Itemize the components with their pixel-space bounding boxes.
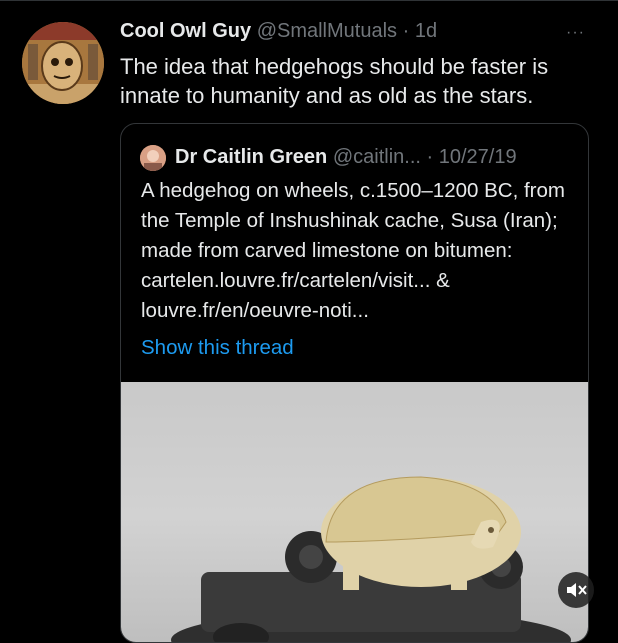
quoted-tweet-text: A hedgehog on wheels, c.1500–1200 BC, fr…: [141, 179, 565, 322]
quoted-tweet-date[interactable]: 10/27/19: [439, 146, 517, 168]
separator: ·: [426, 146, 434, 168]
avatar-icon: [140, 145, 166, 171]
volume-muted-icon: [567, 583, 587, 597]
avatar-icon: [22, 22, 104, 104]
quoted-author-avatar[interactable]: [140, 145, 166, 171]
tweet-text: The idea that hedgehogs should be faster…: [120, 54, 549, 108]
more-options-icon[interactable]: ···: [566, 24, 585, 42]
top-divider: [0, 0, 618, 1]
tweet-time[interactable]: 1d: [415, 20, 437, 42]
media-image[interactable]: [121, 382, 588, 642]
quoted-tweet[interactable]: Dr Caitlin Green @caitlin... · 10/27/19 …: [120, 123, 589, 643]
quoted-author-handle[interactable]: @caitlin...: [333, 146, 421, 168]
quoted-author-name[interactable]: Dr Caitlin Green: [175, 146, 327, 168]
author-avatar[interactable]: [22, 22, 104, 104]
separator: ·: [402, 20, 410, 42]
tweet-header: Cool Owl Guy @SmallMutuals · 1d: [120, 20, 437, 43]
author-handle[interactable]: @SmallMutuals: [257, 20, 397, 42]
mute-button[interactable]: [558, 572, 594, 608]
show-thread-link[interactable]: Show this thread: [141, 336, 294, 360]
author-name[interactable]: Cool Owl Guy: [120, 20, 251, 42]
hedgehog-on-wheels-image: [171, 476, 571, 642]
